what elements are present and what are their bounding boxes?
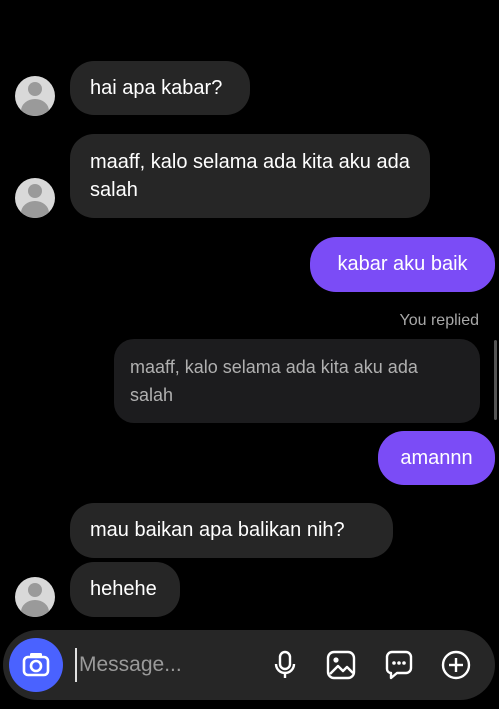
incoming-message[interactable]: hehehe: [70, 562, 180, 617]
message-input[interactable]: [75, 648, 254, 682]
scrollbar[interactable]: [494, 340, 497, 420]
contact-avatar[interactable]: [15, 577, 55, 617]
outgoing-message[interactable]: amannn: [378, 431, 495, 485]
sticker-icon: [383, 649, 415, 681]
contact-avatar[interactable]: [15, 76, 55, 116]
sticker-button[interactable]: [383, 649, 415, 681]
add-plus-icon: [440, 649, 472, 681]
more-options-button[interactable]: [440, 649, 472, 681]
image-gallery-icon: [325, 649, 357, 681]
replied-label: You replied: [399, 312, 479, 329]
incoming-message[interactable]: hai apa kabar?: [70, 61, 250, 115]
microphone-button[interactable]: [269, 649, 301, 681]
microphone-icon: [269, 649, 301, 681]
outgoing-message[interactable]: kabar aku baik: [310, 237, 495, 292]
contact-avatar[interactable]: [15, 178, 55, 218]
camera-button[interactable]: [9, 638, 63, 692]
camera-icon: [9, 638, 63, 692]
message-composer: [3, 630, 495, 700]
chat-thread: hai apa kabar? maaff, kalo selama ada ki…: [0, 0, 499, 709]
quoted-reply[interactable]: maaff, kalo selama ada kita aku ada sala…: [114, 339, 480, 423]
incoming-message[interactable]: maaff, kalo selama ada kita aku ada sala…: [70, 134, 430, 218]
incoming-message[interactable]: mau baikan apa balikan nih?: [70, 503, 393, 558]
gallery-button[interactable]: [325, 649, 357, 681]
